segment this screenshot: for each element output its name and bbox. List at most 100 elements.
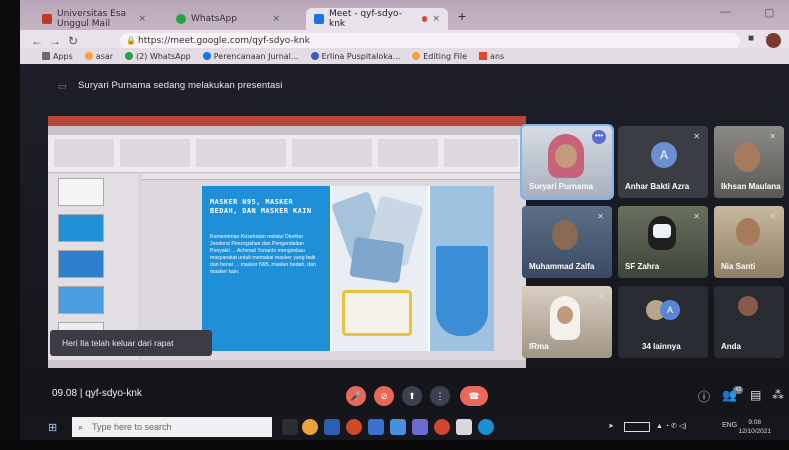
bookmark-label: Erlina Puspitaloka... xyxy=(321,51,401,61)
tab-esa-unggul-mail[interactable]: Universitas Esa Unggul Mail × xyxy=(34,8,154,30)
meet-icon xyxy=(314,14,324,24)
participant-name: SF Zahra xyxy=(625,262,660,271)
mic-off-icon: ✕ xyxy=(597,212,604,221)
more-options-icon[interactable]: ••• xyxy=(592,130,606,144)
leave-call-button[interactable]: ☎ xyxy=(460,386,488,406)
powerpoint-menubar xyxy=(48,126,526,135)
bookmark-asar[interactable]: asar xyxy=(84,52,113,61)
clock-time: 9:08 xyxy=(748,419,762,426)
mail-icon xyxy=(42,14,52,24)
bookmark-icon xyxy=(84,52,93,60)
system-tray-icons[interactable]: ▲ ◔ ✆ ◁) xyxy=(656,422,687,430)
tab-label: Meet - qyf-sdyo-knk xyxy=(329,9,402,29)
mic-off-icon: ✕ xyxy=(693,212,700,221)
camera-indicator-icon[interactable]: ■ xyxy=(748,33,754,44)
participant-tile[interactable]: ✕ IRma xyxy=(522,286,612,358)
more-options-button[interactable]: ⋮ xyxy=(430,386,450,406)
mic-off-icon: ✕ xyxy=(693,132,700,141)
close-icon[interactable]: × xyxy=(432,14,440,24)
windows-taskbar: ⊞ ⌕ Type here to search ➤ ▲ ◔ ✆ ◁) ENG 9… xyxy=(20,414,789,440)
word-icon[interactable] xyxy=(324,419,340,435)
meet-stage: ▭ Suryari Purnama sedang melakukan prese… xyxy=(20,64,789,414)
close-icon[interactable]: × xyxy=(272,14,280,24)
tab-whatsapp[interactable]: WhatsApp × xyxy=(168,8,288,30)
mic-toggle-button[interactable]: 🎤 xyxy=(346,386,366,406)
profile-avatar[interactable] xyxy=(766,33,781,48)
meeting-code: qyf-sdyo-knk xyxy=(85,388,142,399)
globe-icon xyxy=(202,52,211,60)
participant-tile[interactable]: ✕ Ikhsan Maulana xyxy=(714,126,784,198)
meeting-info: 09.08 | qyf-sdyo-knk xyxy=(52,388,142,399)
activities-icon[interactable]: ⁂ xyxy=(772,388,784,402)
powerpoint-statusbar xyxy=(48,360,526,368)
close-icon[interactable]: × xyxy=(138,14,146,24)
new-tab-button[interactable]: + xyxy=(458,8,466,24)
file-explorer-icon[interactable] xyxy=(368,419,384,435)
battery-icon xyxy=(624,422,650,432)
participant-name: 34 lainnya xyxy=(642,342,681,351)
bookmark-label: (2) WhatsApp xyxy=(136,51,191,61)
powerpoint-icon[interactable] xyxy=(434,419,450,435)
app-icon[interactable] xyxy=(390,419,406,435)
participant-name: IRma xyxy=(529,342,549,351)
browser-tab-bar: Universitas Esa Unggul Mail × WhatsApp ×… xyxy=(20,0,789,30)
bookmark-perencanaan[interactable]: Perencanaan Jurnal... xyxy=(202,52,299,61)
forward-arrow-icon[interactable]: → xyxy=(46,34,64,48)
bookmark-erlina[interactable]: Erlina Puspitaloka... xyxy=(310,51,401,61)
search-icon: ⌕ xyxy=(78,422,84,432)
language-indicator[interactable]: ENG xyxy=(722,422,737,429)
camera-toggle-button[interactable]: ⊘ xyxy=(374,386,394,406)
bookmark-editing-file[interactable]: Editing File xyxy=(412,52,467,61)
maximize-button[interactable]: ▢ xyxy=(764,6,774,19)
surgical-mask-photo xyxy=(430,186,494,351)
taskbar-search-box[interactable]: ⌕ Type here to search xyxy=(72,417,272,437)
tab-meet[interactable]: Meet - qyf-sdyo-knk × xyxy=(306,8,448,30)
participant-name: Nia Santi xyxy=(721,262,756,271)
slide: MASKER N95, MASKER BEDAH, DAN MASKER KAI… xyxy=(202,186,494,351)
people-icon[interactable]: 👥 43 xyxy=(722,386,743,402)
presenting-banner: Suryari Purnama sedang melakukan present… xyxy=(78,80,283,91)
chrome-icon[interactable] xyxy=(302,419,318,435)
screen-bezel-left xyxy=(0,0,20,450)
bookmark-ans[interactable]: ans xyxy=(479,52,504,61)
edge-icon[interactable] xyxy=(478,419,494,435)
slide-text-panel: MASKER N95, MASKER BEDAH, DAN MASKER KAI… xyxy=(202,186,330,351)
whatsapp-icon xyxy=(176,14,186,24)
present-button[interactable]: ⬆ xyxy=(402,386,422,406)
back-arrow-icon[interactable]: ← xyxy=(28,34,46,48)
url-bar[interactable]: 🔒 https://meet.google.com/qyf-sdyo-knk xyxy=(120,33,740,49)
participant-name: Anda xyxy=(721,342,741,351)
windows-start-icon[interactable]: ⊞ xyxy=(48,421,57,434)
lock-icon: 🔒 xyxy=(126,36,136,45)
participant-tile-self[interactable]: Anda xyxy=(714,286,784,358)
reload-icon[interactable]: ↻ xyxy=(64,34,82,48)
participant-tile[interactable]: ✕ Muhammad Zalfa xyxy=(522,206,612,278)
store-icon[interactable] xyxy=(456,419,472,435)
screen-bezel-bottom xyxy=(0,440,789,450)
bookmark-whatsapp[interactable]: (2) WhatsApp xyxy=(125,52,191,61)
chat-icon[interactable]: ▤ xyxy=(750,388,761,402)
firefox-icon[interactable] xyxy=(346,419,362,435)
participant-tile[interactable]: ••• Suryari Purnama xyxy=(520,124,614,200)
facebook-icon xyxy=(310,52,319,60)
system-clock[interactable]: 9:08 12/10/2021 xyxy=(738,418,771,436)
bookmark-apps[interactable]: Apps xyxy=(42,52,73,61)
meeting-details-icon[interactable]: ⓘ xyxy=(698,388,710,405)
bookmark-label: Editing File xyxy=(423,51,468,61)
participant-tile[interactable]: ✕ SF Zahra xyxy=(618,206,708,278)
mic-off-icon: ✕ xyxy=(769,132,776,141)
meeting-controls-bar: 09.08 | qyf-sdyo-knk 🎤 ⊘ ⬆ ⋮ ☎ ⓘ 👥 43 ▤ ⁂ xyxy=(20,378,789,414)
participant-tile[interactable]: ✕ A Anhar Bakti Azra xyxy=(618,126,708,198)
participant-tile-more[interactable]: A 34 lainnya xyxy=(618,286,708,358)
tab-label: Universitas Esa Unggul Mail xyxy=(57,9,127,29)
search-placeholder: Type here to search xyxy=(92,422,172,432)
participant-tile[interactable]: ✕ Nia Santi xyxy=(714,206,784,278)
participant-name: Ikhsan Maulana xyxy=(721,182,781,191)
present-screen-icon: ▭ xyxy=(58,81,67,91)
app-icon[interactable] xyxy=(412,419,428,435)
participant-name: Anhar Bakti Azra xyxy=(625,182,690,191)
avatar: A xyxy=(651,142,677,168)
bookmark-label: ans xyxy=(490,51,505,61)
task-view-icon[interactable] xyxy=(282,419,298,435)
minimize-button[interactable]: — xyxy=(720,6,731,18)
